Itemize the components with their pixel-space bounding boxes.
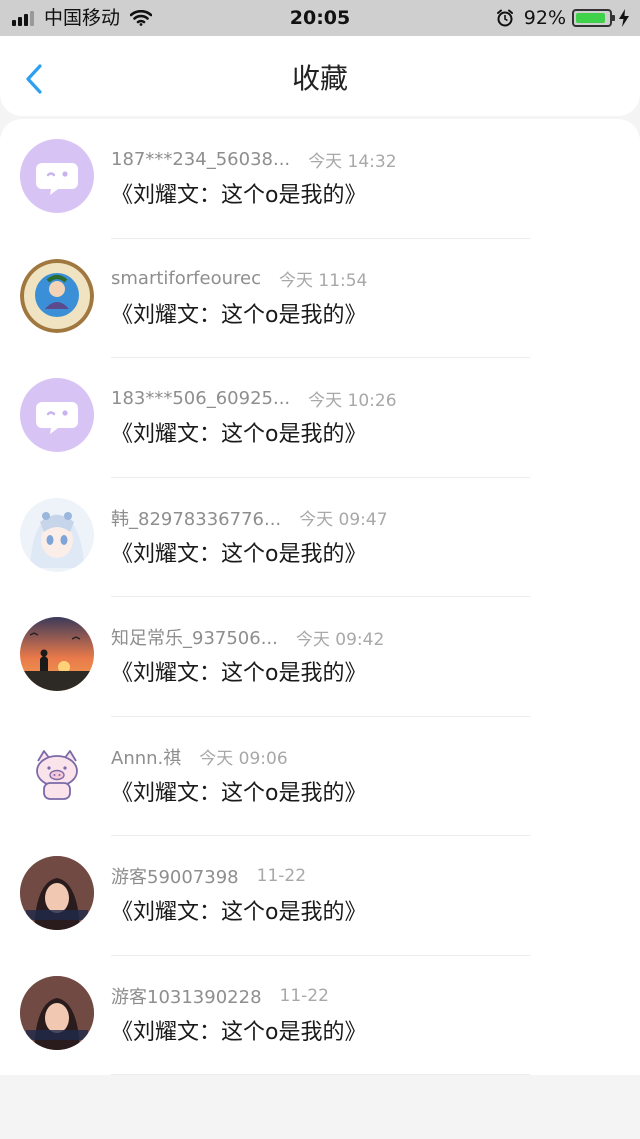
item-meta: 游客59007398 11-22: [111, 864, 306, 888]
timestamp: 今天 10:26: [308, 390, 397, 411]
timestamp: 今天 09:42: [295, 629, 385, 650]
avatar[interactable]: [20, 736, 94, 811]
favorite-item[interactable]: 知足常乐_937506... 今天 09:42 《刘耀文：这个o是我的》: [0, 597, 640, 717]
username[interactable]: 187***234_56038...: [111, 149, 290, 170]
avatar[interactable]: [20, 856, 94, 930]
favorite-item[interactable]: smartiforfeourec 今天 11:54 《刘耀文：这个o是我的》: [0, 239, 640, 358]
favorite-item[interactable]: 游客59007398 11-22 《刘耀文：这个o是我的》: [0, 836, 640, 956]
timestamp: 11-22: [279, 985, 329, 1006]
favorite-title[interactable]: 《刘耀文：这个o是我的》: [111, 1014, 366, 1046]
username[interactable]: 游客1031390228: [111, 983, 262, 1009]
item-meta: 韩_82978336776... 今天 09:47: [111, 505, 388, 531]
divider: [111, 1074, 530, 1075]
item-meta: Annn.祺 今天 09:06: [111, 744, 288, 770]
favorite-title[interactable]: 《刘耀文：这个o是我的》: [111, 297, 366, 329]
favorite-title[interactable]: 《刘耀文：这个o是我的》: [111, 894, 366, 926]
username[interactable]: 游客59007398: [111, 863, 239, 889]
timestamp: 今天 09:47: [299, 510, 388, 530]
avatar[interactable]: [20, 378, 94, 452]
item-meta: 187***234_56038... 今天 14:32: [111, 147, 397, 172]
favorite-title[interactable]: 《刘耀文：这个o是我的》: [111, 177, 366, 209]
favorite-item[interactable]: 187***234_56038... 今天 14:32 《刘耀文：这个o是我的》: [0, 119, 640, 239]
favorites-list: 187***234_56038... 今天 14:32 《刘耀文：这个o是我的》 sm…: [0, 119, 640, 1075]
avatar[interactable]: [20, 497, 94, 572]
favorite-item[interactable]: Annn.祺 今天 09:06 《刘耀文：这个o是我的》: [0, 717, 640, 836]
username[interactable]: smartiforfeourec: [111, 268, 261, 289]
item-meta: 游客1031390228 11-22: [111, 984, 329, 1008]
username[interactable]: 韩_82978336776...: [111, 505, 281, 531]
favorite-item[interactable]: 183***506_60925... 今天 10:26 《刘耀文：这个o是我的》: [0, 358, 640, 478]
favorite-title[interactable]: 《刘耀文：这个o是我的》: [111, 775, 366, 807]
nav-bar: 收藏: [0, 36, 640, 116]
battery-icon: [572, 9, 615, 27]
timestamp: 今天 09:06: [199, 749, 288, 769]
username[interactable]: 183***506_60925...: [111, 388, 290, 409]
battery-percent: 92%: [523, 7, 566, 29]
timestamp: 今天 11:54: [278, 271, 368, 291]
timestamp: 今天 14:32: [308, 151, 397, 172]
item-meta: smartiforfeourec 今天 11:54: [111, 267, 367, 291]
charging-bolt-icon: [619, 9, 629, 27]
page-title: 收藏: [291, 62, 348, 95]
favorite-title[interactable]: 《刘耀文：这个o是我的》: [111, 416, 366, 448]
username[interactable]: 知足常乐_937506...: [111, 624, 278, 650]
avatar[interactable]: [20, 139, 94, 213]
item-meta: 知足常乐_937506... 今天 09:42: [111, 624, 385, 650]
avatar[interactable]: [20, 617, 94, 691]
avatar[interactable]: [20, 258, 94, 333]
username[interactable]: Annn.祺: [111, 744, 181, 770]
item-meta: 183***506_60925... 今天 10:26: [111, 386, 397, 411]
favorite-item[interactable]: 韩_82978336776... 今天 09:47 《刘耀文：这个o是我的》: [0, 478, 640, 597]
favorite-item[interactable]: 游客1031390228 11-22 《刘耀文：这个o是我的》: [0, 956, 640, 1075]
favorite-title[interactable]: 《刘耀文：这个o是我的》: [111, 536, 366, 568]
timestamp: 11-22: [256, 866, 307, 886]
alarm-icon: [496, 9, 513, 27]
status-bar: 中国移动 20:05 92%: [0, 0, 640, 36]
avatar[interactable]: [20, 975, 94, 1050]
favorite-title[interactable]: 《刘耀文：这个o是我的》: [111, 655, 366, 687]
